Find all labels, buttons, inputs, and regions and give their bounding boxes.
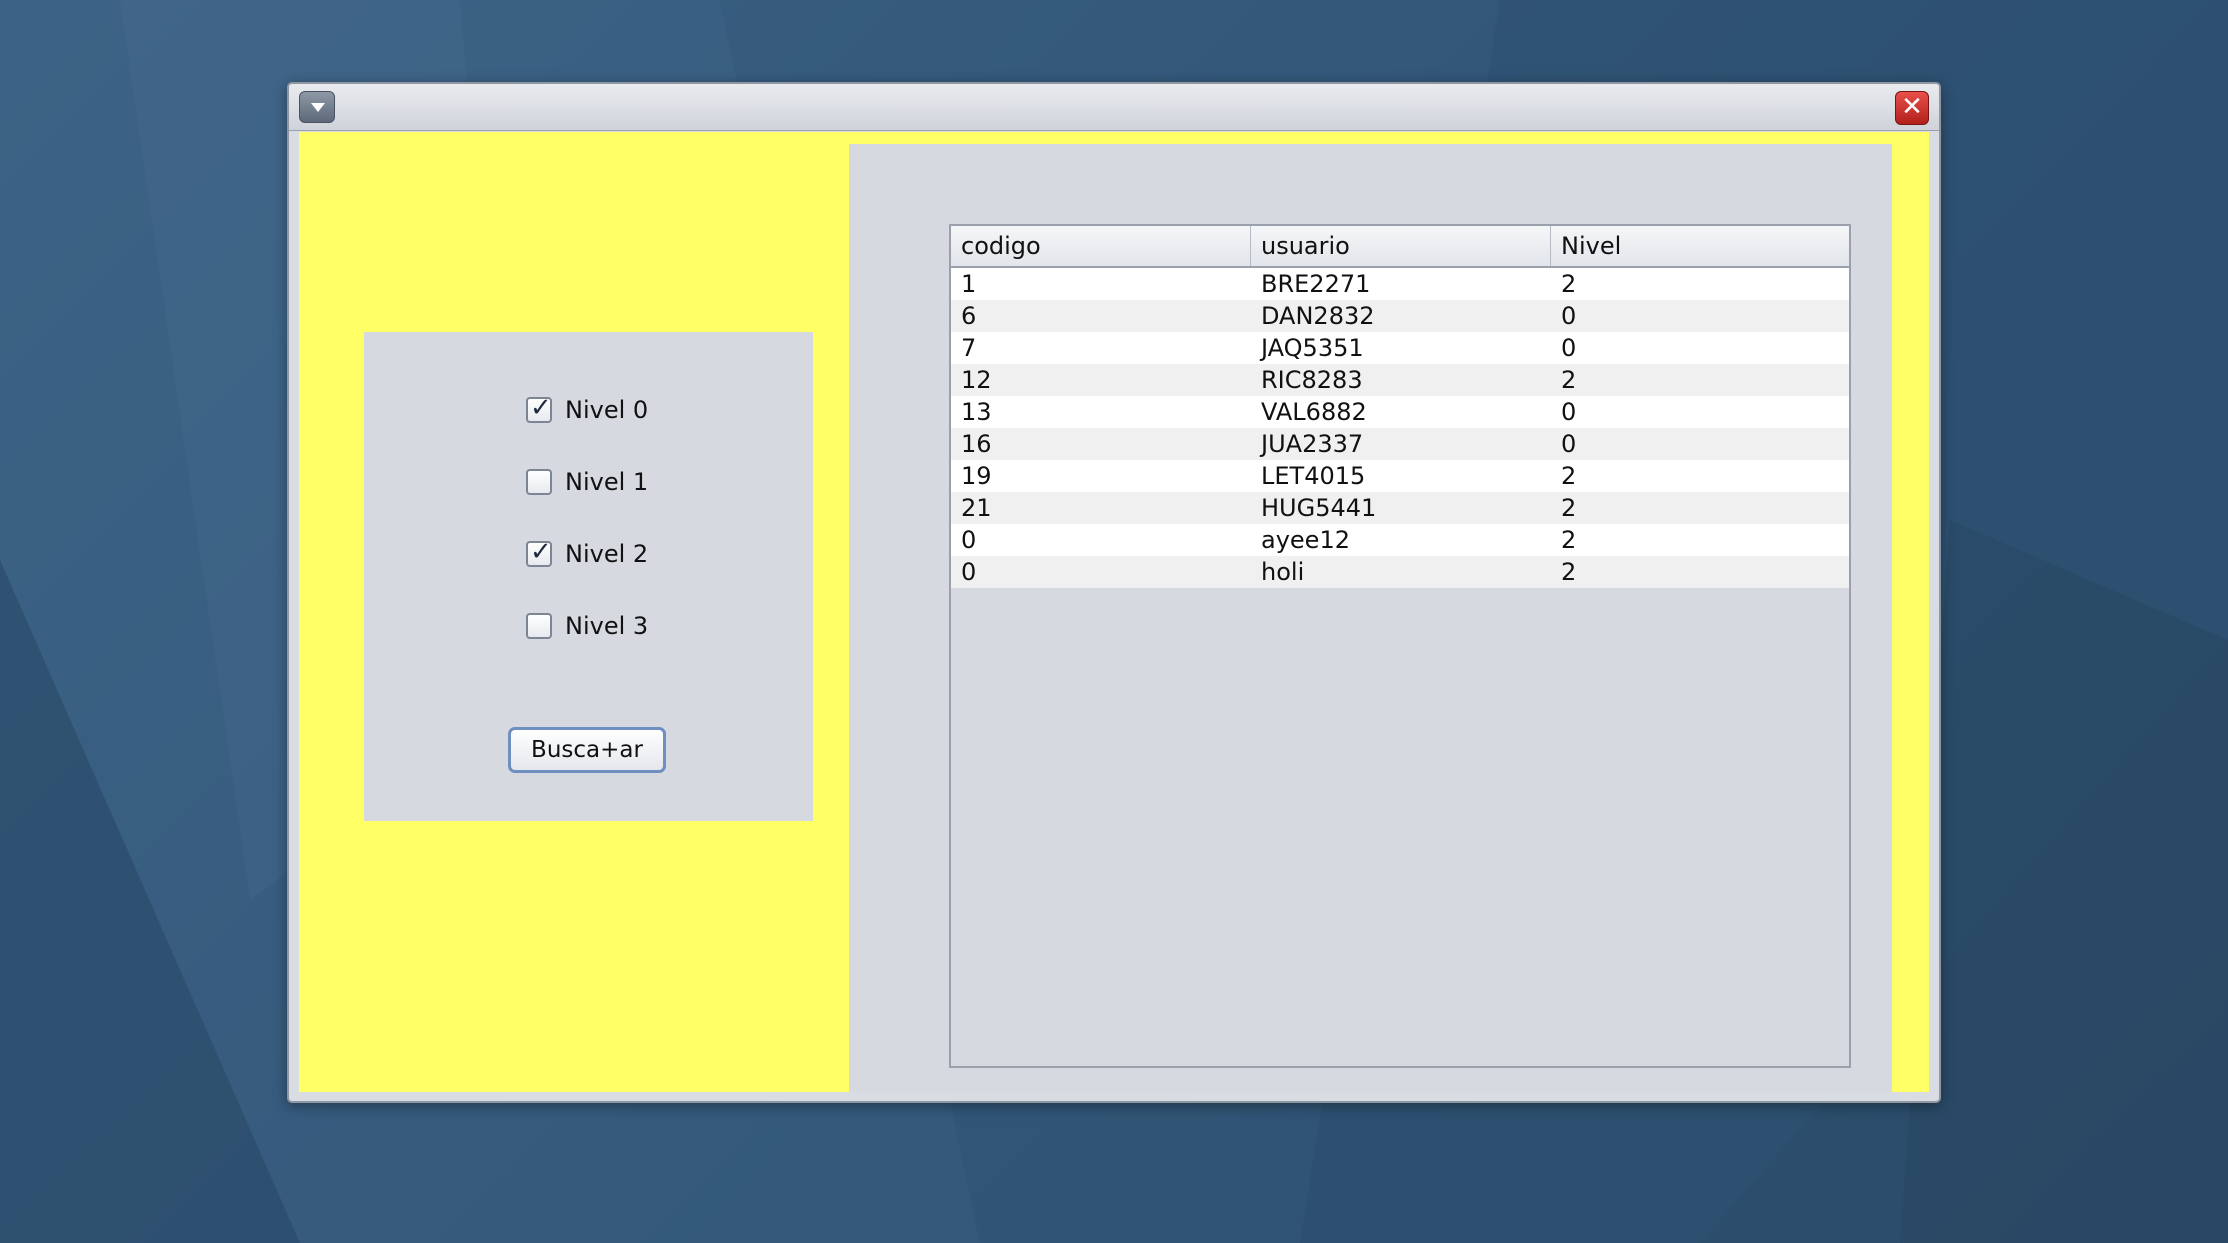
results-table[interactable]: codigo usuario Nivel 1 BRE2271 2 6 DAN2832 0 7… (949, 224, 1851, 1068)
window-menu-button[interactable] (299, 91, 335, 123)
checkbox-box[interactable]: ✓ (526, 393, 552, 423)
checkbox-nivel-0[interactable]: ✓ Nivel 0 (526, 393, 648, 427)
results-panel: codigo usuario Nivel 1 BRE2271 2 6 DAN2832 0 7… (849, 144, 1892, 1092)
table-cell-usuario: holi (1261, 558, 1305, 586)
window-close-button[interactable]: ✕ (1895, 91, 1929, 125)
checkbox-label: Nivel 3 (565, 612, 649, 640)
content-area: ✓ Nivel 0 Nivel 1 ✓ Nivel 2 Nivel 3 Busc… (299, 132, 1929, 1092)
table-cell-usuario: JAQ5351 (1261, 334, 1364, 362)
table-row[interactable]: 21 HUG5441 2 (951, 492, 1849, 524)
checkbox-label: Nivel 1 (565, 468, 649, 496)
table-row[interactable]: 0 holi 2 (951, 556, 1849, 588)
table-cell-nivel: 2 (1561, 462, 1577, 490)
table-cell-usuario: ayee12 (1261, 526, 1350, 554)
table-cell-usuario: BRE2271 (1261, 270, 1371, 298)
table-cell-codigo: 12 (961, 366, 992, 394)
table-body: 1 BRE2271 2 6 DAN2832 0 7 JAQ5351 0 12 RIC8283 2 13 V… (951, 268, 1849, 588)
checkbox-nivel-3[interactable]: Nivel 3 (526, 609, 648, 643)
column-header-nivel[interactable]: Nivel (1551, 226, 1849, 266)
table-cell-nivel: 0 (1561, 302, 1577, 330)
table-cell-codigo: 7 (961, 334, 977, 362)
checkbox-nivel-1[interactable]: Nivel 1 (526, 465, 648, 499)
table-cell-codigo: 16 (961, 430, 992, 458)
chevron-down-icon (311, 103, 325, 112)
table-cell-usuario: LET4015 (1261, 462, 1366, 490)
table-cell-usuario: JUA2337 (1261, 430, 1364, 458)
table-cell-codigo: 13 (961, 398, 992, 426)
checkbox-nivel-2[interactable]: ✓ Nivel 2 (526, 537, 648, 571)
close-icon: ✕ (1901, 92, 1923, 122)
table-cell-nivel: 0 (1561, 398, 1577, 426)
window-titlebar[interactable]: ✕ (289, 84, 1939, 131)
table-cell-codigo: 19 (961, 462, 992, 490)
table-cell-nivel: 0 (1561, 430, 1577, 458)
table-cell-nivel: 0 (1561, 334, 1577, 362)
table-row[interactable]: 12 RIC8283 2 (951, 364, 1849, 396)
filter-panel: ✓ Nivel 0 Nivel 1 ✓ Nivel 2 Nivel 3 Busc… (364, 332, 813, 821)
checkbox-box[interactable] (526, 469, 552, 495)
table-cell-codigo: 6 (961, 302, 977, 330)
table-row[interactable]: 16 JUA2337 0 (951, 428, 1849, 460)
table-cell-nivel: 2 (1561, 526, 1577, 554)
table-cell-codigo: 21 (961, 494, 992, 522)
table-header: codigo usuario Nivel (951, 226, 1849, 268)
checkbox-label: Nivel 2 (565, 540, 649, 568)
check-icon: ✓ (530, 393, 552, 423)
table-cell-nivel: 2 (1561, 494, 1577, 522)
table-cell-usuario: RIC8283 (1261, 366, 1363, 394)
table-cell-codigo: 0 (961, 526, 977, 554)
checkbox-box[interactable]: ✓ (526, 537, 552, 567)
column-header-codigo[interactable]: codigo (951, 226, 1251, 266)
table-row[interactable]: 13 VAL6882 0 (951, 396, 1849, 428)
table-row[interactable]: 0 ayee12 2 (951, 524, 1849, 556)
table-cell-nivel: 2 (1561, 558, 1577, 586)
checkbox-box[interactable] (526, 613, 552, 639)
table-cell-codigo: 0 (961, 558, 977, 586)
search-button[interactable]: Busca+ar (508, 727, 666, 773)
table-cell-usuario: HUG5441 (1261, 494, 1377, 522)
table-cell-usuario: DAN2832 (1261, 302, 1375, 330)
table-cell-nivel: 2 (1561, 270, 1577, 298)
column-header-usuario[interactable]: usuario (1251, 226, 1551, 266)
table-row[interactable]: 1 BRE2271 2 (951, 268, 1849, 300)
table-cell-usuario: VAL6882 (1261, 398, 1367, 426)
checkbox-label: Nivel 0 (565, 396, 649, 424)
check-icon: ✓ (530, 537, 552, 567)
table-row[interactable]: 7 JAQ5351 0 (951, 332, 1849, 364)
table-cell-nivel: 2 (1561, 366, 1577, 394)
table-cell-codigo: 1 (961, 270, 977, 298)
table-row[interactable]: 19 LET4015 2 (951, 460, 1849, 492)
app-window: ✕ ✓ Nivel 0 Nivel 1 ✓ Nivel 2 Nivel 3 Bu… (287, 82, 1941, 1103)
table-row[interactable]: 6 DAN2832 0 (951, 300, 1849, 332)
